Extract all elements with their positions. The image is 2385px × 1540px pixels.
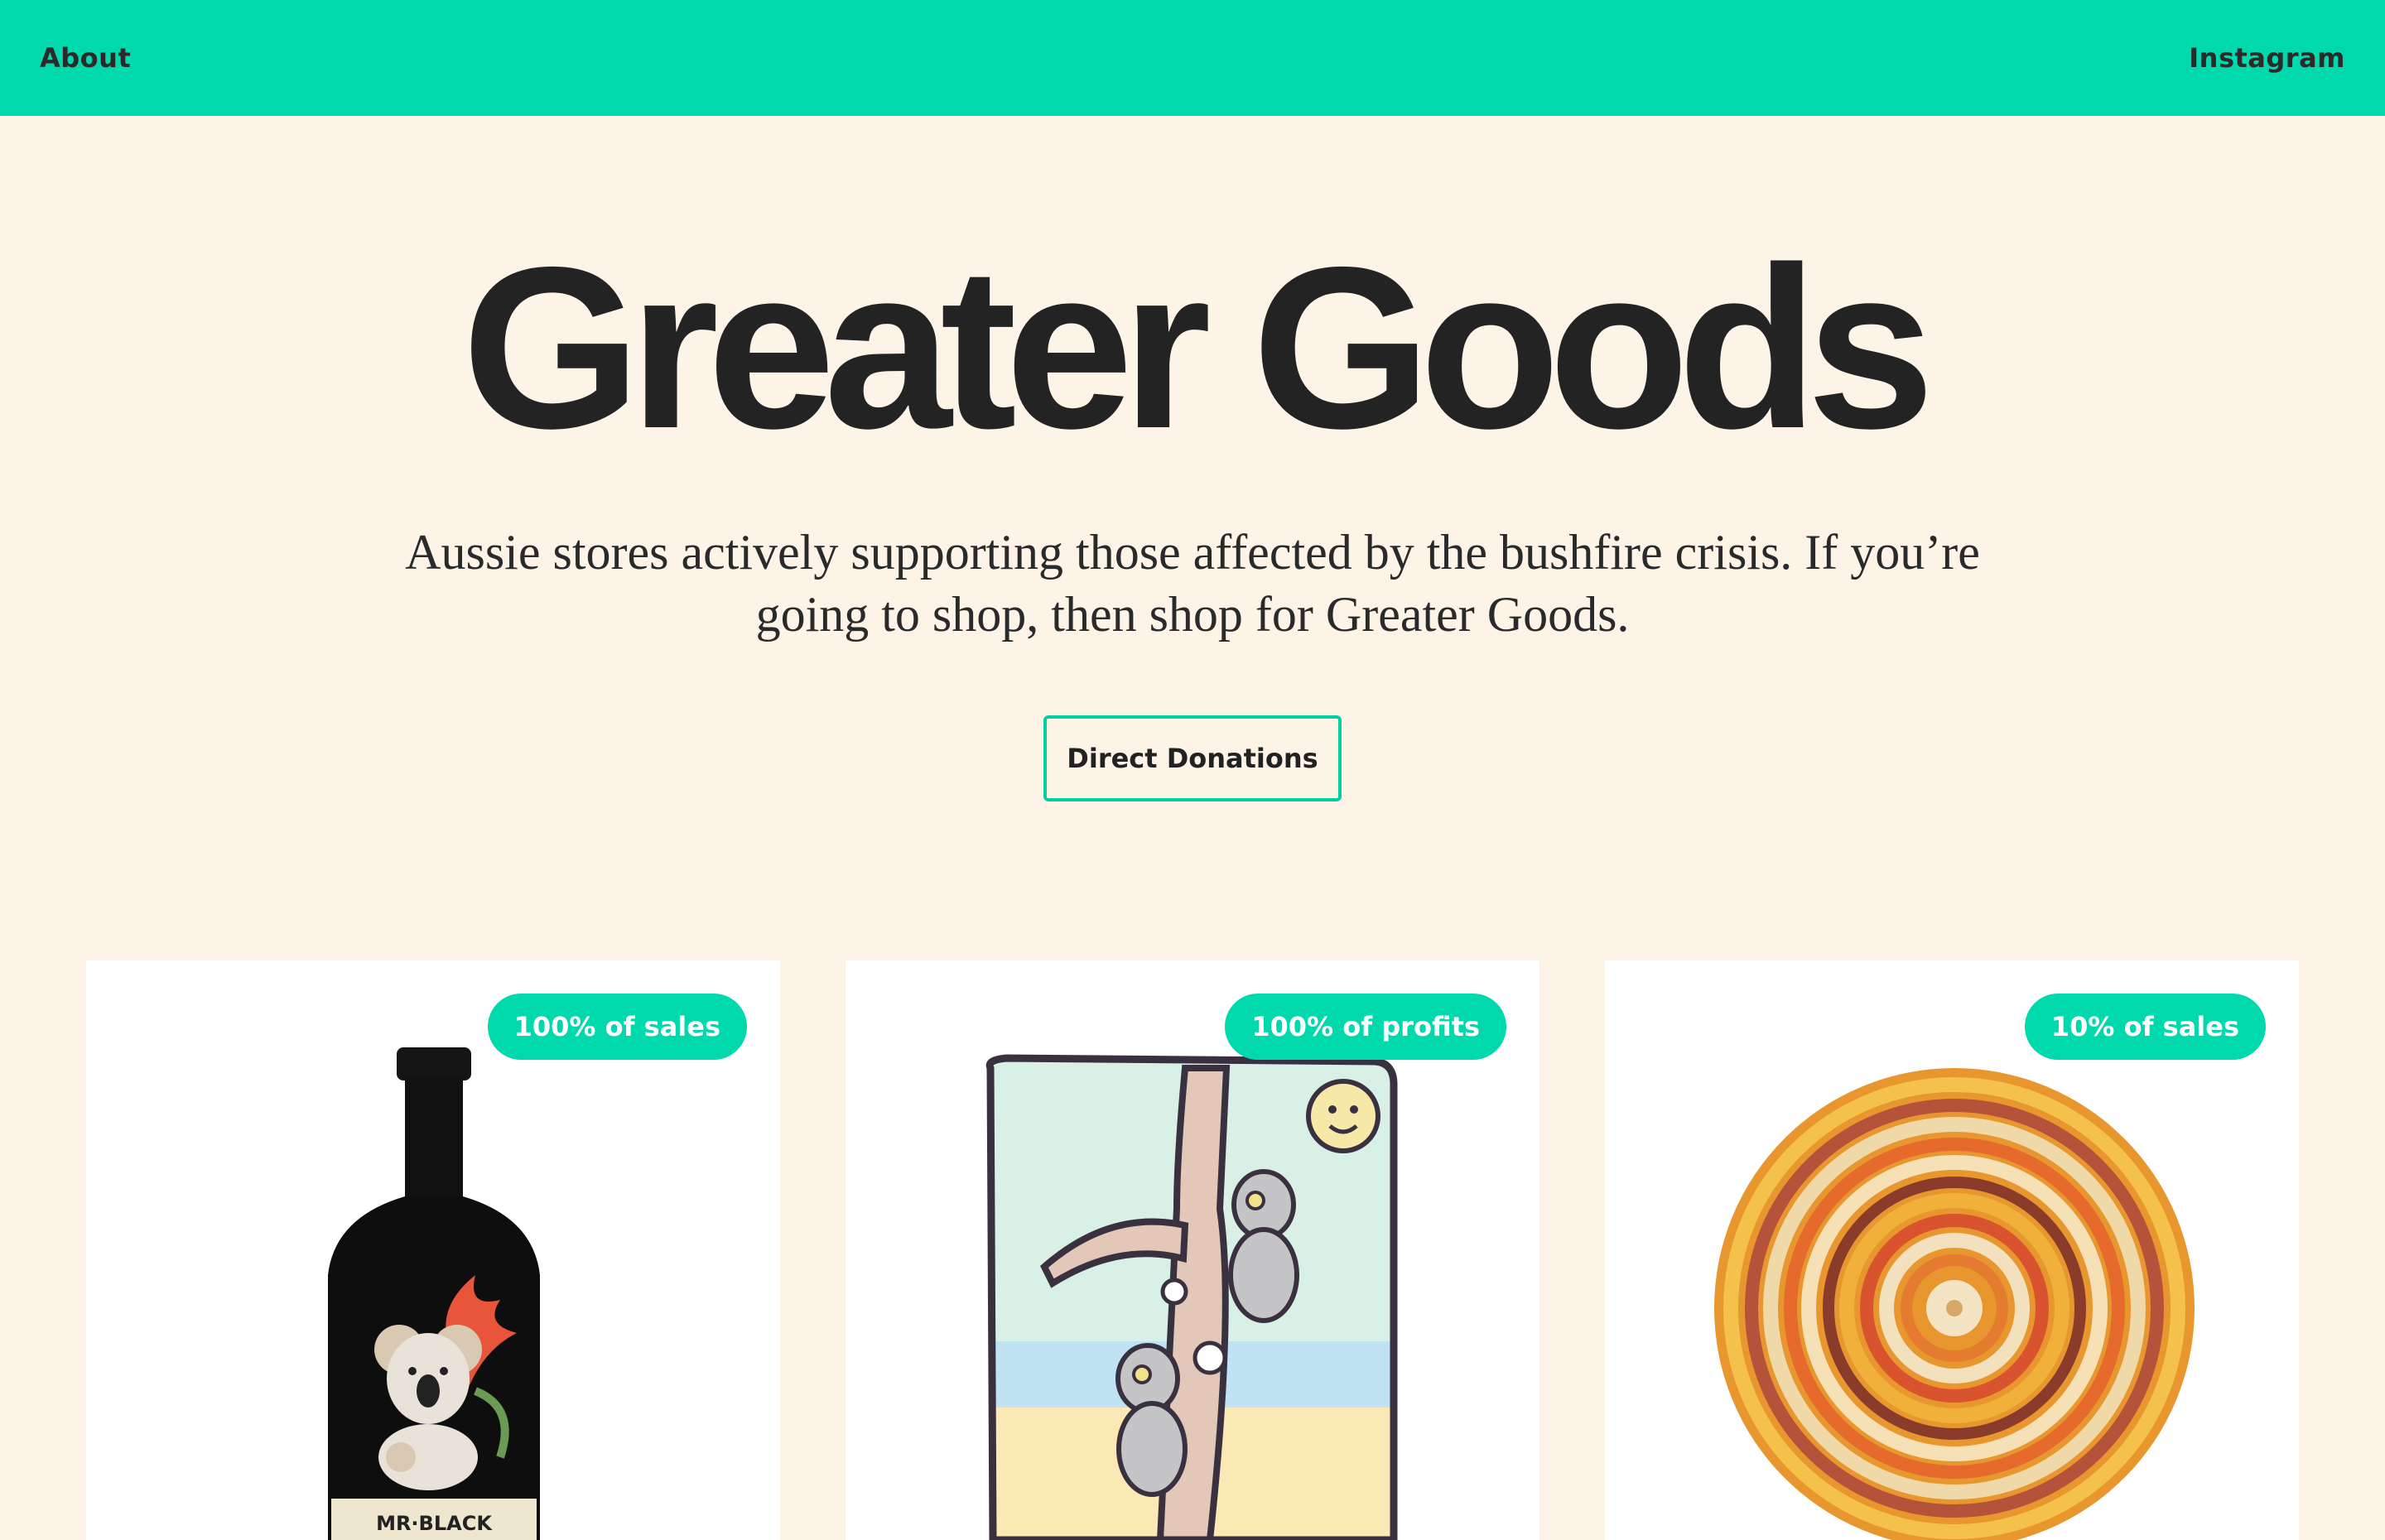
bottle-brand-label: MR·BLACK [376,1512,493,1535]
nav-instagram-link[interactable]: Instagram [2189,42,2345,74]
product-card[interactable]: 100% of profits [846,960,1539,1540]
nav-about-link[interactable]: About [40,42,131,74]
site-tagline: Aussie stores actively supporting those … [405,525,1980,642]
top-nav-bar: About Instagram [0,0,2385,116]
site-title: Greater Goods [461,219,1935,476]
product-card[interactable]: 10% of sales [1605,960,2299,1540]
donation-badge: 100% of profits [1225,994,1506,1060]
product-card[interactable]: MR·BLACK 100% of sales [86,960,780,1540]
direct-donations-button[interactable]: Direct Donations [1043,715,1342,801]
donation-badge: 10% of sales [2024,994,2266,1060]
donation-badge: 100% of sales [487,994,747,1060]
